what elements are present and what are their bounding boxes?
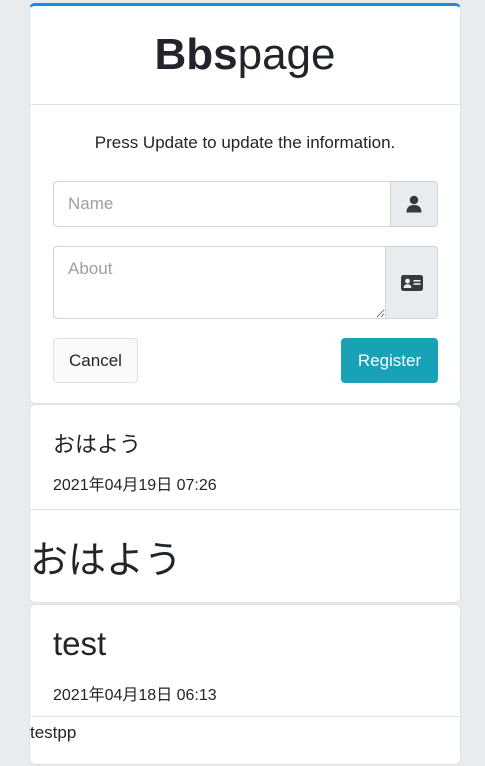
- post-timestamp: 2021年04月18日 06:13: [53, 687, 217, 704]
- post-author-name: test: [53, 625, 107, 662]
- name-addon: [390, 181, 438, 227]
- about-input-group: [53, 246, 438, 319]
- post-header: おはよう 2021年04月19日 07:26: [30, 405, 460, 510]
- about-textarea[interactable]: [53, 246, 385, 319]
- about-addon: [385, 246, 438, 319]
- name-input[interactable]: [53, 181, 390, 227]
- post-card: test 2021年04月18日 06:13 testpp: [29, 604, 461, 765]
- id-card-icon: [400, 274, 423, 291]
- user-icon: [406, 195, 422, 213]
- post-author-name: おはよう: [53, 432, 142, 457]
- post-body: おはよう: [30, 540, 183, 582]
- post-body: testpp: [30, 723, 77, 742]
- register-card: Bbs page Press Update to update the infor…: [29, 3, 461, 404]
- page: Bbs page Press Update to update the infor…: [0, 0, 485, 766]
- brand-title: Bbs page: [30, 6, 460, 105]
- register-button[interactable]: Register: [341, 338, 438, 383]
- post-timestamp: 2021年04月19日 07:26: [53, 477, 217, 494]
- name-input-group: [53, 181, 438, 227]
- helper-text: Press Update to update the information.: [94, 133, 396, 152]
- post-header: test 2021年04月18日 06:13: [30, 605, 460, 717]
- brand-light-text: page: [237, 30, 336, 79]
- cancel-button[interactable]: Cancel: [53, 338, 138, 383]
- brand-strong-text: Bbs: [154, 30, 238, 79]
- post-card: おはよう 2021年04月19日 07:26 おはよう: [29, 404, 461, 603]
